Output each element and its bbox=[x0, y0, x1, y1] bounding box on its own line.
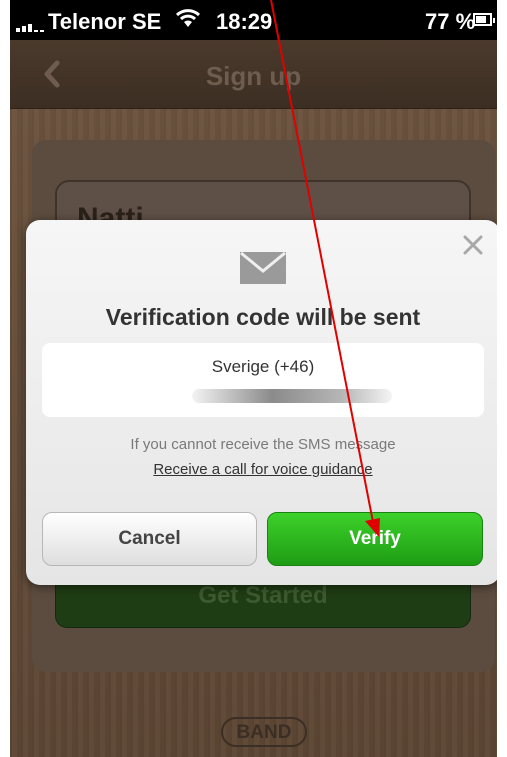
battery-percent: 77 % bbox=[425, 9, 476, 34]
page-title: Sign up bbox=[205, 61, 302, 91]
country-code: Sverige (+46) bbox=[211, 357, 315, 376]
band-logo: BAND bbox=[221, 717, 307, 747]
get-started-label: Get Started bbox=[198, 582, 328, 609]
phone-screen: Telenor SE 18:29 77 % Sign up Natti Get … bbox=[10, 0, 497, 757]
dialog-title: Verification code will be sent bbox=[105, 304, 421, 330]
nav-bar: Sign up bbox=[10, 40, 497, 109]
sms-info-text: If you cannot receive the SMS message bbox=[130, 436, 396, 453]
verify-button[interactable]: Verify bbox=[267, 512, 483, 566]
cancel-button[interactable]: Cancel bbox=[42, 512, 257, 566]
carrier-name: Telenor SE bbox=[48, 9, 162, 34]
battery-icon bbox=[473, 13, 495, 26]
voice-call-link[interactable]: Receive a call for voice guidance bbox=[26, 461, 497, 478]
close-icon[interactable] bbox=[461, 233, 485, 257]
clock: 18:29 bbox=[216, 9, 273, 34]
verification-dialog: Verification code will be sent Sverige (… bbox=[26, 220, 497, 585]
status-bar: Telenor SE 18:29 77 % bbox=[10, 0, 497, 40]
signal-strength-icon bbox=[16, 22, 46, 32]
phone-number-box: Sverige (+46) bbox=[42, 343, 484, 417]
blurred-phone-number bbox=[192, 389, 392, 403]
wifi-icon bbox=[175, 9, 201, 27]
envelope-icon bbox=[240, 252, 286, 284]
